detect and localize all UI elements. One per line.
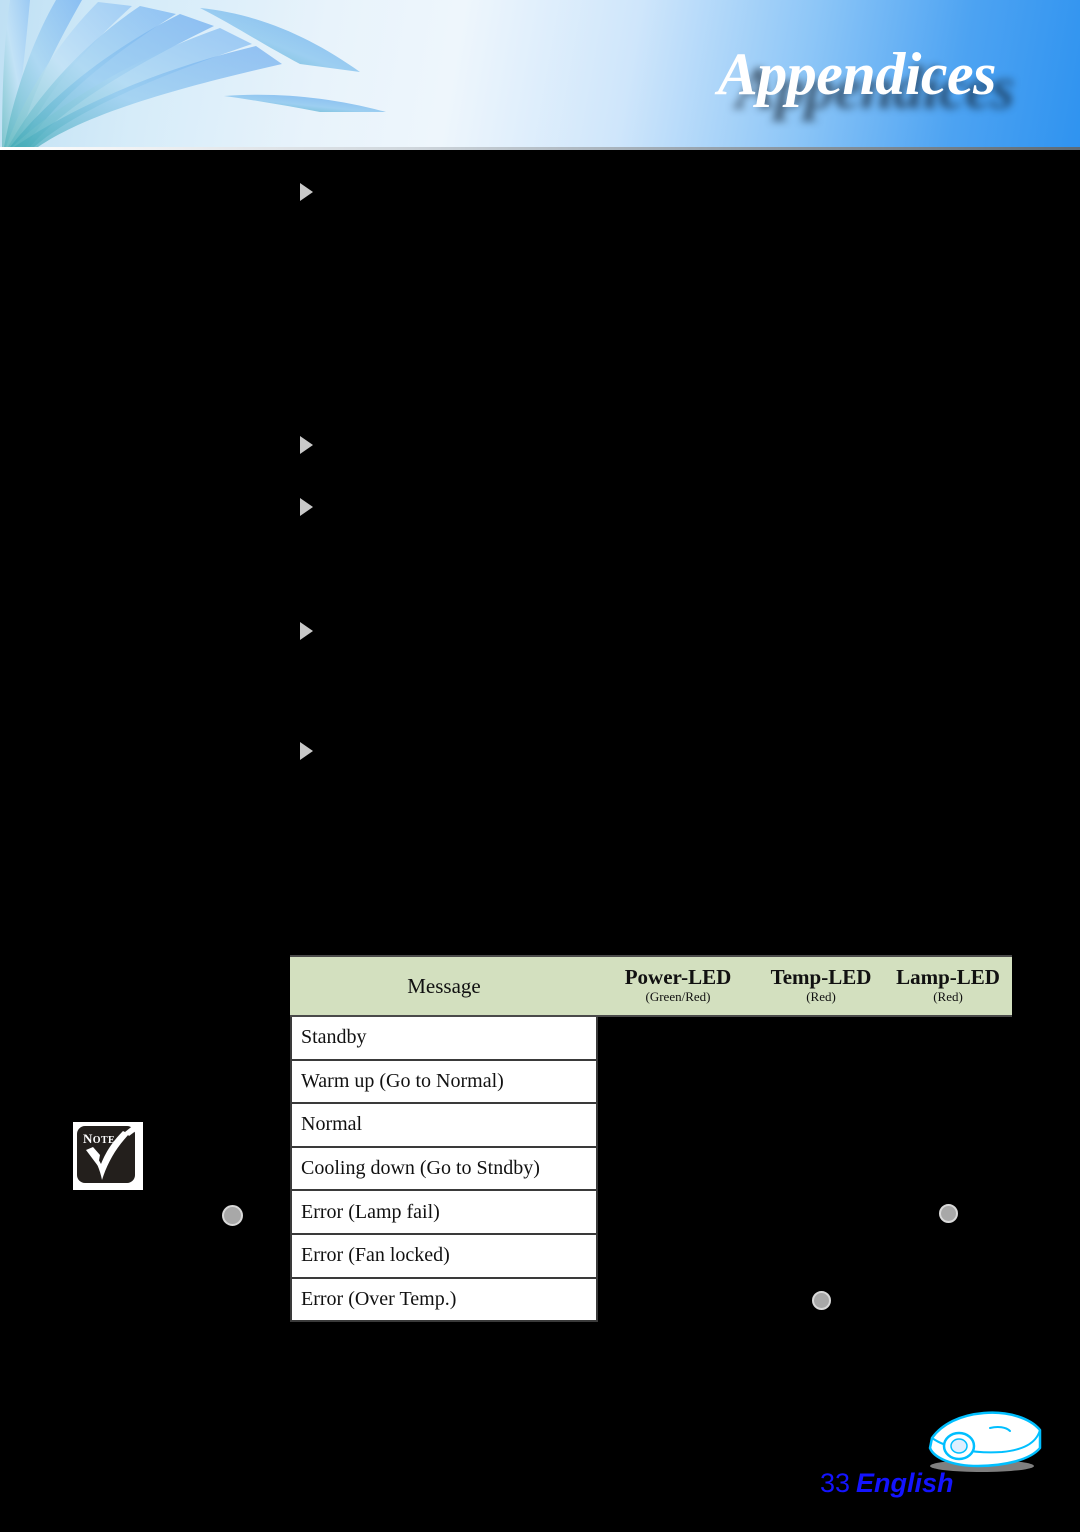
cell-power-led	[598, 1234, 758, 1279]
note-checkmark-icon: NOTE	[73, 1122, 143, 1190]
cell-power-led	[598, 1147, 758, 1192]
table-row: Error (Over Temp.)	[290, 1278, 1012, 1323]
led-indicator	[938, 1203, 958, 1223]
column-header-message: Message	[407, 973, 481, 998]
cell-temp-led	[758, 1104, 884, 1148]
cell-message: Normal	[290, 1104, 598, 1148]
feather-decoration	[0, 0, 460, 147]
cell-temp-led	[758, 1234, 884, 1279]
table-row: Standby	[290, 1017, 1012, 1061]
cell-power-led	[598, 1278, 758, 1323]
cell-lamp-led	[884, 1104, 1012, 1148]
cell-message: Error (Over Temp.)	[290, 1278, 598, 1323]
column-header-lamp-led: Lamp-LED (Red)	[896, 965, 1000, 1005]
cell-power-led	[598, 1191, 758, 1235]
table-row: Warm up (Go to Normal)	[290, 1060, 1012, 1105]
led-status-table: Message Power-LED (Green/Red) Temp-LED (…	[290, 955, 1012, 1323]
projector-icon	[928, 1411, 1042, 1472]
bullet-marker-4	[300, 622, 313, 640]
cell-lamp-led	[884, 1060, 1012, 1105]
cell-lamp-led	[884, 1191, 1012, 1235]
cell-power-led	[598, 1017, 758, 1061]
table-row: Normal	[290, 1104, 1012, 1148]
cell-power-led	[598, 1104, 758, 1148]
cell-temp-led	[758, 1147, 884, 1192]
cell-message: Error (Fan locked)	[290, 1234, 598, 1279]
bullet-marker-1	[300, 183, 313, 201]
cell-message: Standby	[290, 1017, 598, 1061]
page-header: Appendices Appendices	[0, 0, 1080, 147]
footer-page-label: 33 English	[820, 1468, 954, 1499]
table-body: Standby Warm up (Go to Normal) Normal Cooli…	[290, 1017, 1012, 1323]
page-title: Appendices	[717, 41, 997, 107]
table-row: Error (Fan locked)	[290, 1234, 1012, 1279]
led-indicator-standalone	[222, 1205, 243, 1226]
bullet-marker-3	[300, 498, 313, 516]
cell-message: Cooling down (Go to Stndby)	[290, 1147, 598, 1192]
cell-temp-led	[758, 1278, 884, 1323]
column-header-power-led: Power-LED (Green/Red)	[624, 965, 732, 1005]
cell-lamp-led	[884, 1017, 1012, 1061]
table-row: Cooling down (Go to Stndby)	[290, 1147, 1012, 1192]
bullet-marker-5	[300, 742, 313, 760]
page-body	[0, 150, 1080, 1532]
cell-message: Warm up (Go to Normal)	[290, 1060, 598, 1105]
led-indicator	[811, 1290, 831, 1310]
cell-power-led	[598, 1060, 758, 1105]
footer-language: English	[856, 1468, 954, 1498]
table-row: Error (Lamp fail)	[290, 1191, 1012, 1235]
cell-temp-led	[758, 1060, 884, 1105]
cell-temp-led	[758, 1191, 884, 1235]
cell-lamp-led	[884, 1234, 1012, 1279]
cell-temp-led	[758, 1017, 884, 1061]
table-header-row: Message Power-LED (Green/Red) Temp-LED (…	[290, 955, 1012, 1017]
column-header-temp-led: Temp-LED (Red)	[770, 965, 872, 1005]
cell-lamp-led	[884, 1147, 1012, 1192]
cell-lamp-led	[884, 1278, 1012, 1323]
footer-page-number: 33	[820, 1468, 851, 1498]
cell-message: Error (Lamp fail)	[290, 1191, 598, 1235]
bullet-marker-2	[300, 436, 313, 454]
